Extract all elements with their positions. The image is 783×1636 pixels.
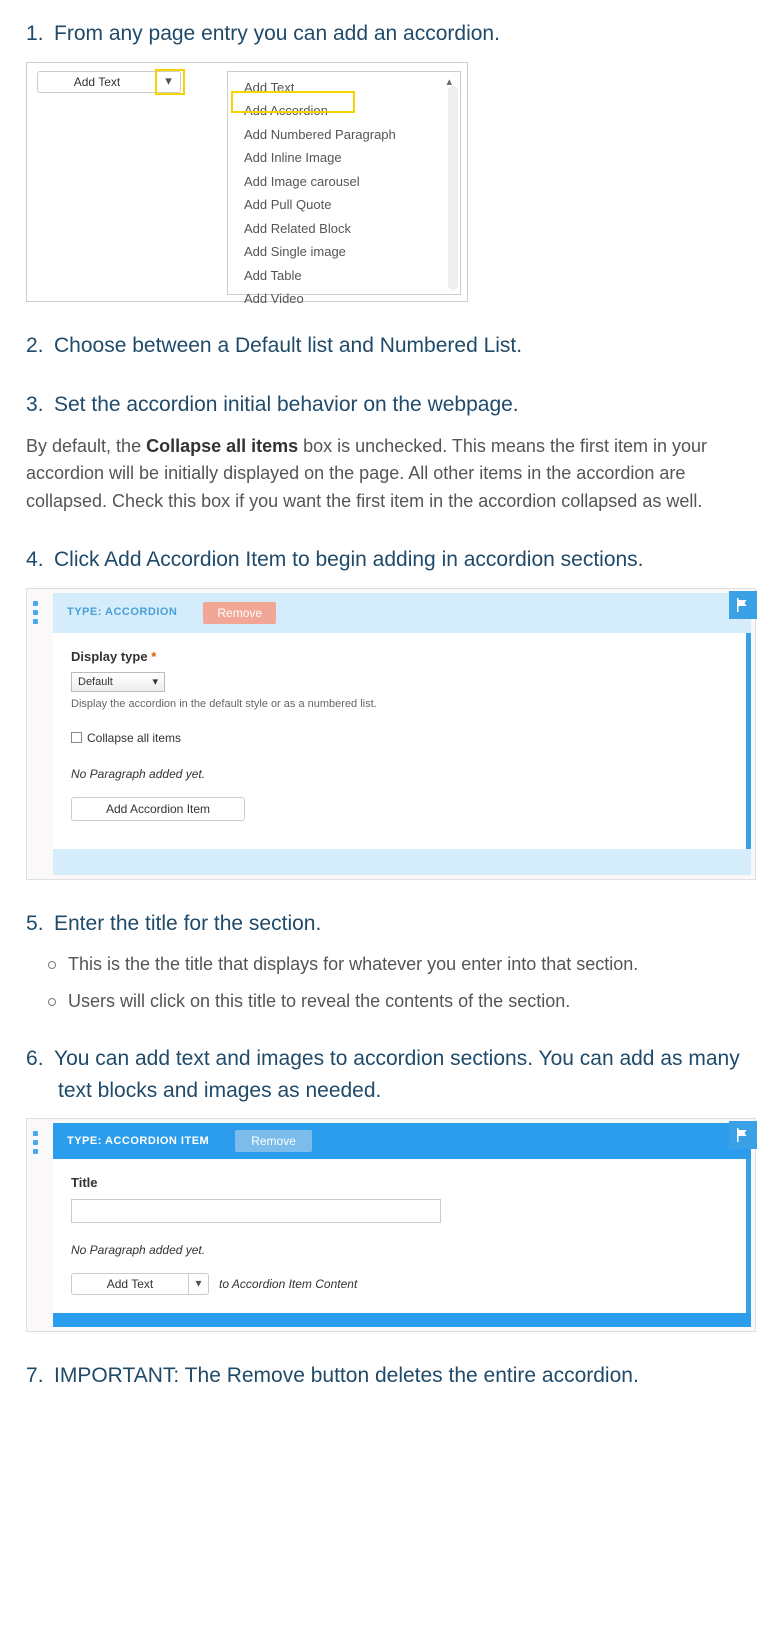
menu-item-add-inline-image[interactable]: Add Inline Image bbox=[228, 146, 460, 170]
to-accordion-item-content-label: to Accordion Item Content bbox=[219, 1275, 357, 1293]
step-5-heading: Enter the title for the section. bbox=[26, 908, 757, 940]
add-text-button[interactable]: Add Text bbox=[71, 1273, 189, 1295]
step-2-heading: Choose between a Default list and Number… bbox=[26, 330, 757, 362]
screenshot-accordion-item-panel: TYPE: ACCORDION ITEM Remove Title No Par… bbox=[26, 1118, 756, 1332]
display-type-label: Display type * bbox=[71, 647, 728, 667]
step-5-subitem-1: This is the the title that displays for … bbox=[48, 951, 757, 978]
display-type-text: Display type bbox=[71, 649, 148, 664]
add-text-dropdown-caret[interactable]: ▾ bbox=[189, 1273, 209, 1295]
drag-handle-icon[interactable] bbox=[33, 601, 38, 624]
step-3-body: By default, the Collapse all items box i… bbox=[26, 433, 757, 517]
menu-item-add-text[interactable]: Add Text bbox=[228, 76, 460, 100]
display-type-help-text: Display the accordion in the default sty… bbox=[71, 696, 728, 713]
no-paragraph-text: No Paragraph added yet. bbox=[71, 1241, 728, 1259]
step-3-heading: Set the accordion initial behavior on th… bbox=[26, 389, 757, 421]
menu-item-add-numbered-paragraph[interactable]: Add Numbered Paragraph bbox=[228, 123, 460, 147]
step-4-heading: Click Add Accordion Item to begin adding… bbox=[26, 544, 757, 576]
step-3-body-pre: By default, the bbox=[26, 436, 146, 456]
screenshot-accordion-type-panel: TYPE: ACCORDION Remove Display type * De… bbox=[26, 588, 756, 880]
flag-icon[interactable] bbox=[729, 591, 757, 619]
title-field-label: Title bbox=[71, 1173, 728, 1193]
step-5-subitem-2: Users will click on this title to reveal… bbox=[48, 988, 757, 1015]
flag-icon[interactable] bbox=[729, 1121, 757, 1149]
remove-accordion-button[interactable]: Remove bbox=[203, 602, 276, 624]
menu-item-add-single-image[interactable]: Add Single image bbox=[228, 240, 460, 264]
title-input[interactable] bbox=[71, 1199, 441, 1223]
collapse-all-checkbox[interactable] bbox=[71, 732, 82, 743]
display-type-select[interactable]: Default ▾ bbox=[71, 672, 165, 692]
display-type-selected-value: Default bbox=[78, 674, 113, 691]
drag-handle-icon[interactable] bbox=[33, 1131, 38, 1154]
menu-item-add-image-carousel[interactable]: Add Image carousel bbox=[228, 170, 460, 194]
step-1-heading: From any page entry you can add an accor… bbox=[26, 18, 757, 50]
remove-accordion-item-button[interactable]: Remove bbox=[235, 1130, 312, 1152]
add-text-button[interactable]: Add Text bbox=[37, 71, 157, 93]
screenshot-dropdown-panel: Add Text ▾ ▴ Add Text Add Accordion Add … bbox=[26, 62, 468, 302]
step-7-heading: IMPORTANT: The Remove button deletes the… bbox=[26, 1360, 757, 1392]
type-accordion-label: TYPE: ACCORDION bbox=[67, 604, 177, 621]
panel-footer-bar bbox=[53, 849, 751, 875]
menu-item-add-pull-quote[interactable]: Add Pull Quote bbox=[228, 193, 460, 217]
dropdown-scrollbar[interactable] bbox=[448, 86, 458, 290]
panel-footer-bar bbox=[53, 1313, 751, 1327]
menu-item-add-related-block[interactable]: Add Related Block bbox=[228, 217, 460, 241]
step-3-body-bold: Collapse all items bbox=[146, 436, 298, 456]
select-caret-icon: ▾ bbox=[152, 674, 158, 691]
step-6-heading: You can add text and images to accordion… bbox=[26, 1043, 757, 1106]
add-text-dropdown-caret[interactable]: ▾ bbox=[157, 71, 181, 93]
collapse-all-label: Collapse all items bbox=[87, 729, 181, 747]
type-accordion-item-label: TYPE: ACCORDION ITEM bbox=[67, 1133, 209, 1150]
menu-item-add-video[interactable]: Add Video bbox=[228, 287, 460, 311]
menu-item-add-accordion[interactable]: Add Accordion bbox=[228, 99, 460, 123]
add-menu-dropdown: ▴ Add Text Add Accordion Add Numbered Pa… bbox=[227, 71, 461, 295]
add-accordion-item-button[interactable]: Add Accordion Item bbox=[71, 797, 245, 821]
required-asterisk-icon: * bbox=[151, 649, 156, 664]
menu-item-add-table[interactable]: Add Table bbox=[228, 264, 460, 288]
no-paragraph-text: No Paragraph added yet. bbox=[71, 765, 728, 783]
